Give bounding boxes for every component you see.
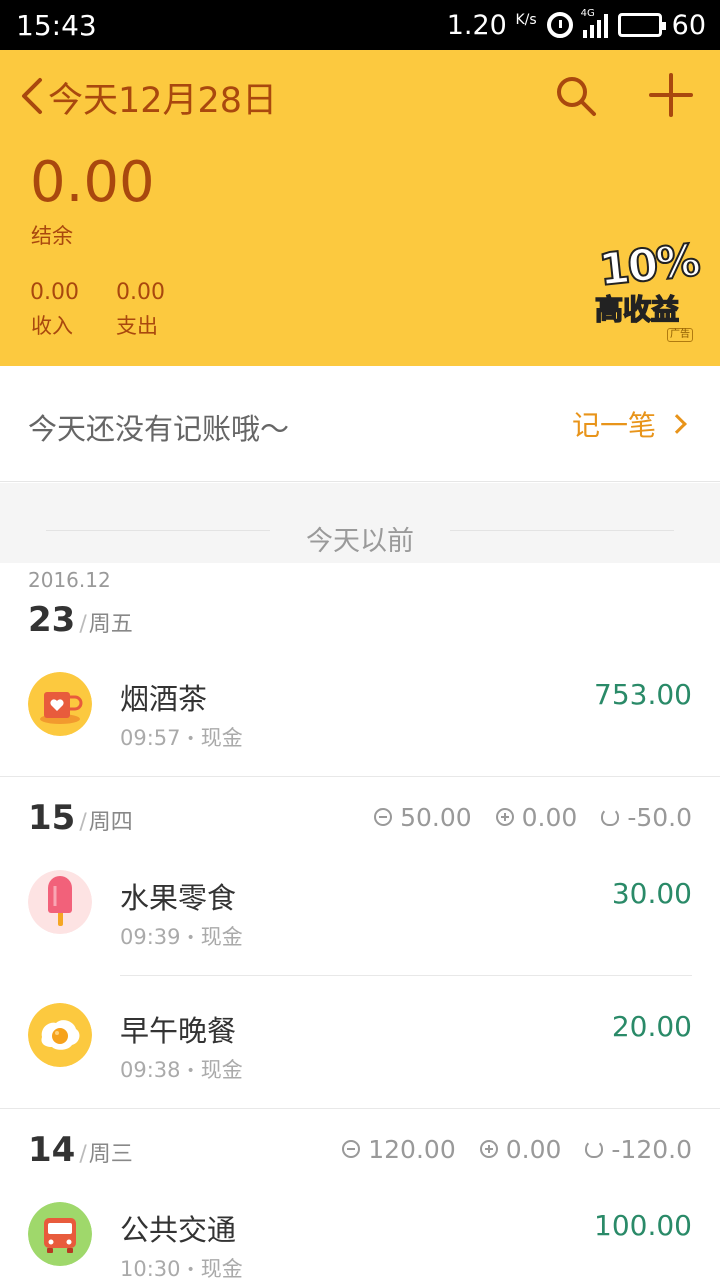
- transaction-account: 现金: [200, 925, 243, 949]
- balance-label: 结余: [31, 224, 73, 248]
- day-header: 23 周五: [28, 600, 133, 640]
- battery-level: 60: [671, 9, 706, 41]
- day-weekday: 周五: [79, 606, 133, 638]
- search-button[interactable]: [554, 74, 598, 118]
- transaction-meta: 09:39 • 现金: [120, 925, 243, 949]
- page-title[interactable]: 今天12月28日: [48, 72, 277, 123]
- row-divider: [0, 776, 720, 777]
- minus-circle-icon: [342, 1140, 361, 1158]
- nav-bar: 今天12月28日: [0, 50, 720, 142]
- money-bag-icon: [585, 1140, 604, 1158]
- day-expense: 120.00: [368, 1134, 456, 1164]
- day-income: 0.00: [521, 802, 578, 832]
- day-summary: 50.00 0.00 -50.0: [360, 802, 692, 832]
- ad-title: 高收益: [594, 292, 680, 327]
- today-empty-text: 今天还没有记账哦～: [28, 412, 290, 446]
- expense-value: 0.00: [116, 280, 165, 305]
- alarm-icon: [546, 12, 573, 38]
- transaction-time: 09:57: [120, 726, 181, 750]
- day-number: 23: [28, 600, 76, 640]
- section-header: 今天以前: [0, 483, 720, 563]
- day-net: -120.0: [611, 1134, 692, 1164]
- transaction-time: 10:30: [120, 1257, 181, 1280]
- day-header: 15 周四: [28, 798, 133, 838]
- day-weekday: 周四: [79, 804, 133, 836]
- today-row: 今天还没有记账哦～ 记一笔: [0, 366, 720, 482]
- transaction-meta: 09:57 • 现金: [120, 726, 243, 750]
- day-weekday: 周三: [79, 1136, 133, 1168]
- bus-icon: [28, 1202, 92, 1266]
- transaction-name: 烟酒茶: [120, 682, 208, 716]
- plus-circle-icon: [495, 808, 514, 826]
- transaction-amount: 753.00: [594, 678, 692, 711]
- minus-circle-icon: [374, 808, 393, 826]
- network-speed: 1.20 K/s: [446, 9, 537, 41]
- day-income: 0.00: [505, 1134, 562, 1164]
- money-bag-icon: [601, 808, 620, 826]
- balance-value: 0.00: [30, 150, 155, 215]
- network-speed-unit: K/s: [515, 11, 537, 28]
- fried-egg-icon: [28, 1003, 92, 1067]
- day-number: 14: [28, 1130, 76, 1170]
- transaction-account: 现金: [200, 726, 243, 750]
- transaction-time: 09:38: [120, 1058, 181, 1082]
- plus-circle-icon: [479, 1140, 498, 1158]
- row-divider: [0, 1108, 720, 1109]
- popsicle-icon: [28, 870, 92, 934]
- transaction-time: 09:39: [120, 925, 181, 949]
- add-button[interactable]: [648, 72, 694, 118]
- day-net: -50.0: [627, 802, 692, 832]
- cup-icon: [28, 672, 92, 736]
- transaction-meta: 09:38 • 现金: [120, 1058, 243, 1082]
- transaction-meta: 10:30 • 现金: [120, 1257, 243, 1280]
- summary-header: 今天12月28日 0.00 结余 0.00 收入 0.00 支出 10% 高收益…: [0, 50, 720, 366]
- day-number: 15: [28, 798, 76, 838]
- network-type: 4G: [580, 8, 595, 19]
- transaction-amount: 20.00: [611, 1010, 692, 1043]
- status-icons: 1.20 K/s 4G 60: [446, 8, 706, 41]
- record-label: 记一笔: [572, 409, 657, 442]
- day-summary: 120.00 0.00 -120.0: [328, 1134, 692, 1164]
- transaction-name: 早午晚餐: [120, 1014, 237, 1048]
- divider-line: [450, 530, 674, 531]
- section-label: 今天以前: [306, 526, 414, 557]
- transaction-name: 水果零食: [120, 881, 237, 915]
- battery-icon: [617, 13, 666, 37]
- income-label: 收入: [31, 314, 73, 338]
- day-header: 14 周三: [28, 1130, 133, 1170]
- month-label: 2016.12: [28, 568, 111, 592]
- expense-label: 支出: [116, 314, 158, 338]
- transaction-account: 现金: [200, 1257, 243, 1280]
- signal-icon: 4G: [581, 8, 608, 38]
- status-time: 15:43: [16, 8, 97, 42]
- day-expense: 50.00: [400, 802, 472, 832]
- record-button[interactable]: 记一笔: [572, 404, 687, 444]
- transaction-amount: 30.00: [611, 877, 692, 910]
- status-bar: 15:43 1.20 K/s 4G 60: [0, 0, 720, 50]
- row-divider: [120, 975, 692, 976]
- transaction-amount: 100.00: [594, 1209, 692, 1242]
- ad-banner[interactable]: 10% 高收益 广告: [593, 234, 702, 345]
- ad-tag: 广告: [667, 328, 693, 342]
- ad-rate: 10%: [596, 234, 702, 297]
- transaction-account: 现金: [200, 1058, 243, 1082]
- chevron-right-icon: [667, 414, 687, 434]
- transaction-name: 公共交通: [120, 1213, 237, 1247]
- income-value: 0.00: [30, 280, 79, 305]
